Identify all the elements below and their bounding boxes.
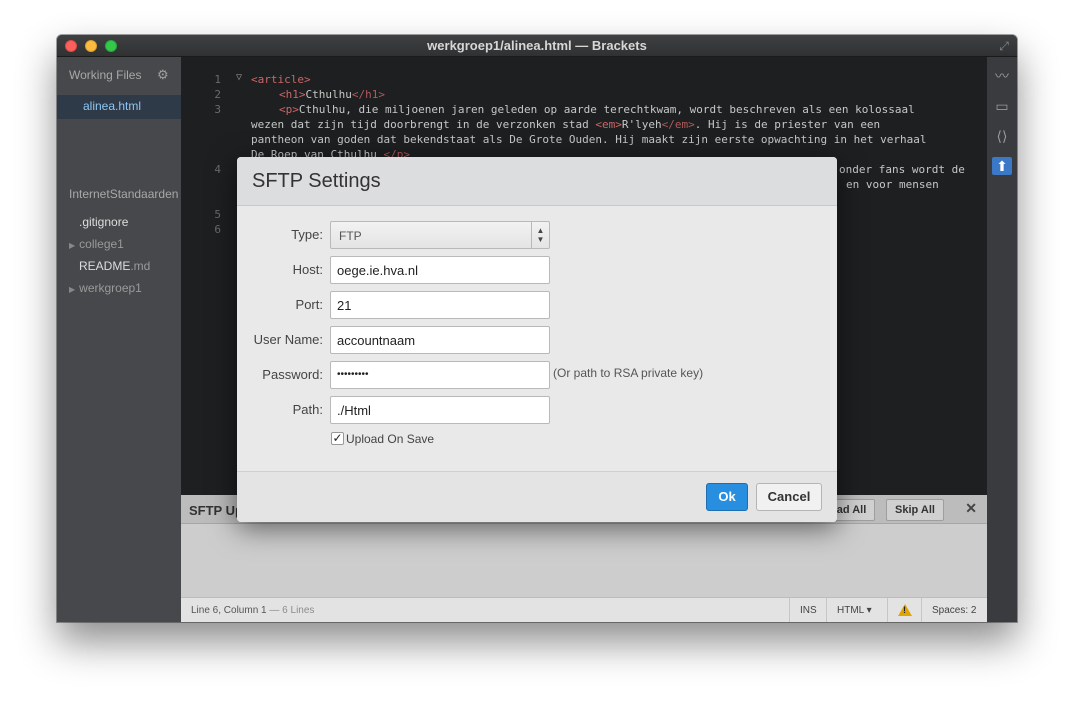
password-field[interactable]: ••••••••• [330, 361, 550, 389]
path-field[interactable]: ./Html [330, 396, 550, 424]
username-field[interactable]: accountnaam [330, 326, 550, 354]
code-line-2: <h1>Cthulhu</h1> [279, 88, 385, 101]
line-number: 6 [214, 223, 221, 236]
file-gitignore[interactable]: .gitignore [79, 215, 128, 229]
select-arrows-icon: ▲ ▼ [531, 222, 549, 248]
indent-settings[interactable]: Spaces: 2 [921, 598, 987, 622]
fullscreen-icon[interactable]: ⤢ [997, 39, 1011, 53]
checkmark-icon: ✓ [332, 431, 343, 445]
panel-title: SFTP Up [189, 503, 243, 518]
window-title: werkgroep1/alinea.html — Brackets [427, 38, 647, 53]
sidebar: Working Files ⚙ alinea.html InternetStan… [57, 57, 187, 622]
close-icon[interactable]: ✕ [965, 500, 977, 517]
code-line-3-wrap-2: pantheon van goden dat bekendstaat als D… [251, 133, 927, 146]
cursor-position[interactable]: Line 6, Column 1 — 6 Lines [191, 605, 314, 616]
code-line-4: onder fans wordt de [839, 163, 965, 176]
host-field[interactable]: oege.ie.hva.nl [330, 256, 550, 284]
password-hint: (Or path to RSA private key) [553, 366, 704, 380]
fold-arrow-icon[interactable]: ▽ [236, 72, 242, 83]
host-label: Host: [292, 262, 323, 277]
file-readme[interactable]: README.md [79, 259, 150, 273]
line-number: 5 [214, 208, 221, 221]
line-number: 3 [214, 103, 221, 116]
upload-on-save-label[interactable]: Upload On Save [346, 432, 434, 446]
type-select[interactable]: FTP ▲ ▼ [330, 221, 550, 249]
line-number: 2 [214, 88, 221, 101]
status-bar: Line 6, Column 1 — 6 Lines INS HTML ▾ ! … [181, 597, 987, 622]
sftp-settings-dialog: SFTP Settings Type: FTP ▲ ▼ Host: oege.ie… [237, 157, 837, 522]
line-number: 1 [214, 73, 221, 86]
working-file-alinea[interactable]: alinea.html [83, 99, 141, 113]
insert-mode-toggle[interactable]: INS [789, 598, 826, 622]
type-label: Type: [291, 227, 323, 242]
extension-manager-icon[interactable]: ▭ [992, 97, 1012, 115]
live-preview-icon[interactable]: 〰 [992, 67, 1012, 85]
code-line-3: <p>Cthulhu, die miljoenen jaren geleden … [279, 103, 915, 116]
dialog-header: SFTP Settings [237, 157, 837, 206]
title-bar: werkgroep1/alinea.html — Brackets ⤢ [57, 35, 1017, 57]
code-line-1: <article> [251, 73, 311, 86]
line-number: 4 [214, 163, 221, 176]
dialog-title: SFTP Settings [252, 170, 381, 192]
cancel-button[interactable]: Cancel [756, 483, 822, 511]
folder-werkgroep1[interactable]: ▶ werkgroep1 [69, 281, 142, 295]
code-icon[interactable]: ⟨⟩ [992, 127, 1012, 145]
project-title[interactable]: InternetStandaarden [69, 187, 181, 201]
working-files-header: Working Files [69, 68, 142, 82]
right-toolbar: 〰 ▭ ⟨⟩ ⬆ [987, 57, 1017, 622]
folder-college1[interactable]: ▶ college1 [69, 237, 124, 251]
password-label: Password: [262, 367, 323, 382]
ok-button[interactable]: Ok [706, 483, 748, 511]
code-line-4-wrap: en voor mensen [846, 178, 939, 191]
type-selected-value: FTP [339, 229, 362, 243]
folder-collapsed-icon: ▶ [69, 285, 76, 294]
linter-warning[interactable]: ! [887, 598, 921, 622]
language-select[interactable]: HTML ▾ [826, 598, 887, 622]
code-line-3-wrap-1: wezen dat zijn tijd doorbrengt in de ver… [251, 118, 881, 131]
folder-collapsed-icon: ▶ [69, 241, 76, 250]
skip-all-button[interactable]: Skip All [886, 499, 944, 521]
gear-icon[interactable]: ⚙ [157, 67, 169, 83]
username-label: User Name: [253, 332, 323, 347]
port-label: Port: [295, 297, 323, 312]
chevron-down-icon: ▾ [866, 605, 872, 616]
path-label: Path: [292, 402, 323, 417]
sftp-upload-icon[interactable]: ⬆ [992, 157, 1012, 175]
upload-on-save-checkbox[interactable]: ✓ [331, 432, 344, 445]
port-field[interactable]: 21 [330, 291, 550, 319]
dialog-footer: Ok Cancel [237, 471, 837, 522]
